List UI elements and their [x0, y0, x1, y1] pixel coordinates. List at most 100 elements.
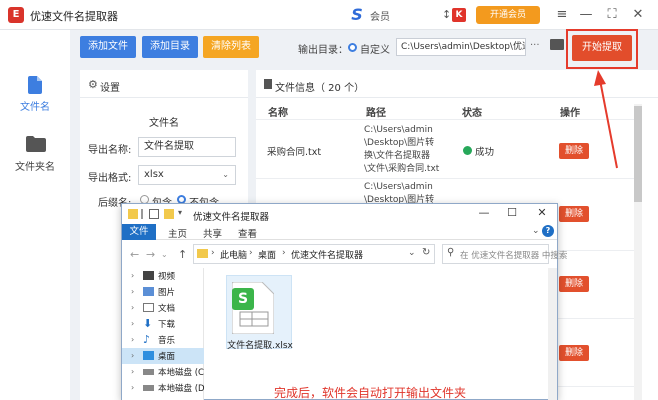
tree-item-downloads[interactable]: › ⬇ 下载 — [122, 316, 204, 332]
documents-icon — [143, 303, 154, 312]
add-directory-button[interactable]: 添加目录 — [142, 36, 198, 58]
back-arrow-icon[interactable]: ← — [130, 248, 139, 261]
s-logo-icon[interactable]: S — [348, 6, 366, 24]
sidebar-item-filename[interactable]: 文件名 — [0, 74, 70, 134]
settings-title: 设置 — [100, 83, 120, 94]
sidebar-item-label: 文件名 — [20, 102, 50, 113]
breadcrumb-desktop[interactable]: 桌面 — [258, 248, 276, 261]
add-file-button[interactable]: 添加文件 — [80, 36, 136, 58]
tree-item-drive-c[interactable]: › 本地磁盘 (C — [122, 364, 204, 380]
ribbon-tab-file[interactable]: 文件 — [122, 224, 156, 240]
chevron-right-icon: › — [131, 303, 135, 312]
tree-item-videos[interactable]: › 视频 — [122, 268, 204, 284]
file-list-scrollbar-thumb[interactable] — [634, 106, 642, 202]
chevron-right-icon: › — [131, 287, 135, 296]
spreadsheet-glyph: S — [237, 291, 249, 307]
chevron-right-icon: › — [131, 271, 135, 280]
breadcrumb-separator: › — [249, 248, 253, 258]
search-icon: ⚲ — [447, 247, 455, 258]
start-extract-button[interactable]: 开始提取 — [572, 35, 632, 61]
tree-item-music[interactable]: › ♪ 音乐 — [122, 332, 204, 348]
explorer-maximize-button[interactable]: ☐ — [502, 205, 522, 221]
sidebar-item-label: 文件夹名 — [15, 162, 55, 173]
properties-icon[interactable] — [149, 209, 159, 219]
up-arrow-icon[interactable]: ↑ — [178, 248, 187, 261]
filename-section-heading: 文件名 — [149, 118, 179, 129]
file-icon — [28, 76, 42, 94]
explorer-scrollbar[interactable] — [548, 268, 557, 400]
search-placeholder: 在 优速文件名提取器 中搜索 — [460, 251, 568, 261]
explorer-title: 优速文件名提取器 — [193, 212, 270, 223]
output-path-input[interactable]: C:\Users\admin\Desktop\优速 — [396, 38, 526, 56]
row-status: 成功 — [475, 147, 495, 158]
export-name-label: 导出名称: — [88, 145, 132, 156]
clear-list-button[interactable]: 清除列表 — [203, 36, 259, 58]
chevron-right-icon: › — [131, 383, 135, 392]
tree-item-pictures[interactable]: › 图片 — [122, 284, 204, 300]
ribbon-bar — [122, 224, 557, 240]
desktop-icon — [143, 351, 154, 360]
drive-icon — [143, 369, 154, 375]
row-delete-button[interactable]: 删除 — [559, 345, 589, 361]
expand-ribbon-icon[interactable]: ⌄ — [532, 226, 540, 236]
row-file-path: C:\Users\admin\Desktop\图片转换\文件名提取器\文件\采购… — [364, 125, 440, 174]
customize-quick-access-icon[interactable]: ▾ — [178, 208, 182, 217]
pictures-icon — [143, 287, 154, 296]
tree-item-documents[interactable]: › 文档 — [122, 300, 204, 316]
flag-icon[interactable]: ↕ — [442, 8, 451, 21]
ribbon-tab-home[interactable]: 主页 — [168, 226, 187, 240]
vip-badge-icon[interactable]: K — [452, 8, 466, 22]
document-icon — [264, 79, 272, 89]
video-icon — [143, 271, 154, 280]
row-delete-button[interactable]: 删除 — [559, 276, 589, 292]
address-folder-icon — [197, 249, 208, 258]
help-icon[interactable]: ? — [542, 225, 554, 237]
minimize-button[interactable]: — — [576, 5, 596, 25]
export-format-value: xlsx — [144, 169, 164, 180]
close-button[interactable]: ✕ — [628, 5, 648, 25]
explorer-close-button[interactable]: ✕ — [532, 205, 552, 221]
breadcrumb-folder[interactable]: 优速文件名提取器 — [291, 248, 363, 261]
custom-radio[interactable] — [348, 43, 357, 52]
chevron-right-icon: › — [131, 351, 135, 360]
open-folder-icon[interactable] — [550, 39, 564, 50]
row-delete-button[interactable]: 删除 — [559, 206, 589, 222]
row-file-name: 采购合同.txt — [267, 147, 322, 158]
tree-item-desktop[interactable]: › 桌面 — [122, 348, 204, 364]
breadcrumb-this-pc[interactable]: 此电脑 — [220, 248, 247, 261]
restore-button[interactable]: ⛶ — [602, 5, 622, 25]
breadcrumb-separator: › — [211, 248, 215, 258]
sidebar-item-foldername[interactable]: 文件夹名 — [0, 134, 70, 194]
refresh-icon[interactable]: ↻ — [422, 247, 430, 258]
column-header-status: 状态 — [462, 108, 482, 119]
new-folder-icon[interactable] — [164, 209, 174, 219]
column-header-name: 名称 — [268, 108, 288, 119]
row-delete-button[interactable]: 删除 — [559, 143, 589, 159]
ribbon-tab-share[interactable]: 共享 — [203, 226, 222, 240]
forward-arrow-icon[interactable]: → — [146, 248, 155, 261]
browse-more-button[interactable]: ··· — [530, 40, 540, 51]
menu-icon[interactable]: ≡ — [552, 5, 572, 25]
app-title: 优速文件名提取器 — [30, 10, 118, 23]
column-header-path: 路径 — [366, 108, 386, 119]
ribbon-tab-view[interactable]: 查看 — [238, 226, 257, 240]
chevron-right-icon: › — [131, 335, 135, 344]
drive-icon — [143, 385, 154, 391]
explorer-minimize-button[interactable]: — — [474, 205, 494, 221]
address-dropdown-icon[interactable]: ⌄ — [408, 248, 416, 258]
tree-item-drive-d[interactable]: › 本地磁盘 (D — [122, 380, 205, 396]
annotation-caption: 完成后，软件会自动打开输出文件夹 — [273, 386, 466, 400]
chevron-right-icon: › — [131, 367, 135, 376]
gear-icon: ⚙ — [88, 78, 98, 91]
file-item-name[interactable]: 文件名提取.xlsx — [218, 338, 302, 351]
open-vip-button[interactable]: 开通会员 — [476, 6, 540, 24]
export-format-select[interactable]: xlsx ⌄ — [138, 165, 236, 185]
recent-chevron-icon[interactable]: ⌄ — [161, 250, 168, 259]
membership-text[interactable]: 会员 — [370, 8, 390, 23]
export-format-label: 导出格式: — [88, 173, 132, 184]
output-dir-label: 输出目录： — [298, 45, 348, 56]
custom-radio-label[interactable]: 自定义 — [360, 41, 390, 56]
export-name-input[interactable]: 文件名提取 — [138, 137, 236, 157]
folder-quick-icon — [128, 209, 138, 219]
app-logo-icon: E — [8, 7, 24, 23]
